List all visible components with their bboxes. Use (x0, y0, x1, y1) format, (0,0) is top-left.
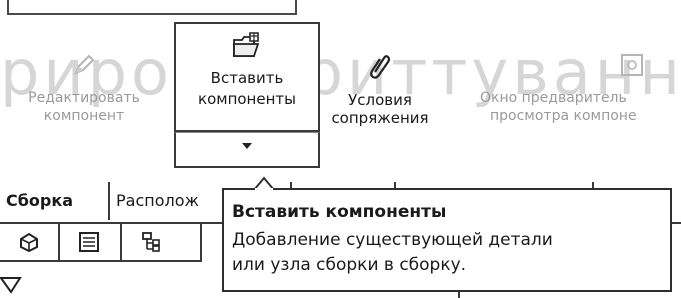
filter-icon[interactable] (0, 276, 22, 296)
preview-window-button[interactable]: Окно предваритель просмотра компоне (472, 52, 681, 125)
edit-component-label: Редактировать компонент (28, 90, 140, 124)
feature-manager-tab[interactable] (0, 222, 60, 262)
tooltip-description: Добавление существующей детали или узла … (232, 230, 553, 275)
insert-components-button[interactable]: Вставить компоненты (174, 22, 320, 132)
edit-component-button[interactable]: Редактировать компонент (8, 52, 160, 125)
tooltip-pointer (254, 176, 274, 190)
preview-window-icon (582, 52, 681, 83)
tooltip-title: Вставить компоненты (232, 202, 447, 222)
property-manager-tab[interactable] (60, 222, 122, 262)
mates-label: Условия сопряжения (331, 91, 429, 127)
mates-button[interactable]: Условия сопряжения (330, 52, 430, 127)
tab-layout-label: Располож (116, 191, 199, 210)
insert-components-dropdown[interactable] (174, 132, 320, 168)
property-manager-icon (79, 232, 99, 252)
insert-components-icon (232, 30, 264, 64)
tab-assembly-label: Сборка (6, 191, 74, 210)
edit-component-icon (8, 52, 160, 83)
configuration-manager-icon (142, 232, 160, 252)
top-panel-edge (7, 0, 297, 15)
tooltip: Вставить компоненты Добавление существую… (222, 188, 672, 292)
insert-components-label: Вставить компоненты (198, 69, 296, 108)
paperclip-icon (330, 52, 430, 85)
configuration-manager-tab[interactable] (122, 222, 202, 262)
chevron-down-icon (242, 143, 252, 149)
preview-window-label: Окно предваритель просмотра компоне (480, 90, 637, 124)
feature-manager-icon (20, 232, 38, 253)
tab-assembly[interactable]: Сборка (0, 182, 110, 220)
